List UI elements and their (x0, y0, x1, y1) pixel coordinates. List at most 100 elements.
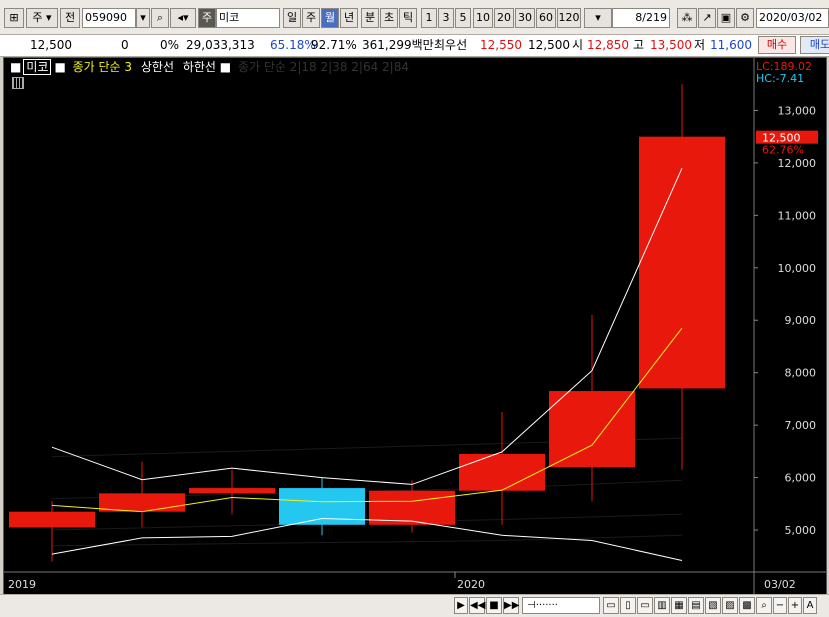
layout-icon-5[interactable]: ▦ (671, 597, 687, 614)
y-tick-label: 13,000 (778, 104, 817, 117)
layout-icon-9[interactable]: ▩ (739, 597, 755, 614)
number-120[interactable]: 120 (557, 8, 581, 28)
number-60[interactable]: 60 (536, 8, 556, 28)
chart-legend: ■ 미코 ■ 종가 단순 3 상한선 하한선 ■ 종가 단순 2|18 2|38 2… (10, 59, 409, 75)
y-tick-label: 5,000 (785, 524, 817, 537)
stock-name-field[interactable]: 미코 (216, 8, 280, 28)
legend-ma: 종가 단순 3 (72, 60, 133, 74)
candle-body (459, 453, 545, 491)
prev-button[interactable]: 전 (60, 8, 80, 28)
interval-minute[interactable]: 분 (361, 8, 379, 28)
layout-icon-7[interactable]: ▧ (705, 597, 721, 614)
price-change: 0 (121, 38, 129, 52)
legend-tag: 미코 (23, 59, 52, 75)
candle-body (9, 511, 95, 528)
trend-icon[interactable]: ↗ (698, 8, 716, 28)
number-20[interactable]: 20 (494, 8, 514, 28)
period-label: 주 (32, 11, 43, 24)
candle-body (639, 136, 725, 389)
x-label-end: 03/02 (764, 578, 796, 591)
background-band-line (51, 513, 683, 531)
preferred-value: 12,550 (480, 38, 522, 52)
ask-value: 12,500 (528, 38, 570, 52)
number-10[interactable]: 10 (473, 8, 493, 28)
interval-month[interactable]: 월 (321, 8, 339, 28)
count-dropdown[interactable]: ▾ (584, 8, 612, 28)
candle-body (549, 391, 635, 468)
code-input[interactable]: 059090 (82, 8, 136, 28)
stop-button[interactable]: ■ (486, 597, 502, 614)
y-tick-label: 8,000 (785, 367, 817, 380)
change-rate: 0% (160, 38, 180, 52)
zoom-out-button[interactable]: − (773, 597, 787, 614)
x-label-2020: 2020 (457, 578, 485, 591)
open-value: 12,850 (587, 38, 629, 52)
fast-forward-button[interactable]: ▶▶ (503, 597, 519, 614)
chart-menu-icon[interactable]: ⊞ (4, 8, 24, 28)
high-label: 고 (633, 38, 645, 52)
current-price: 12,500 (30, 38, 72, 52)
code-dropdown-icon[interactable]: ▾ (136, 8, 150, 28)
trade-amount: 361,299백만 (362, 38, 434, 52)
speaker-icon[interactable]: ◂▾ (170, 8, 196, 28)
open-label: 시 (572, 38, 584, 52)
y-tick-label: 7,000 (785, 419, 817, 432)
layout-icon-2[interactable]: ▯ (620, 597, 636, 614)
layout-icon-1[interactable]: ▭ (603, 597, 619, 614)
zoom-search-icon[interactable]: ⌕ (756, 597, 772, 614)
interval-day[interactable]: 일 (283, 8, 301, 28)
legend-dim: 종가 단순 2|18 2|38 2|64 2|84 (237, 60, 409, 74)
current-rate-label: 62.76% (762, 144, 804, 157)
candle-body (369, 490, 455, 525)
zoom-in-button[interactable]: + (788, 597, 802, 614)
chart-area: 5,000 6,000 7,000 8,000 9,000 10,000 11,000 12,… (3, 57, 827, 595)
layout-icon-4[interactable]: ▥ (654, 597, 670, 614)
number-30[interactable]: 30 (515, 8, 535, 28)
layout-icon-3[interactable]: ▭ (637, 597, 653, 614)
legend-upper: 상한선 (140, 60, 174, 74)
number-1[interactable]: 1 (421, 8, 437, 28)
rewind-button[interactable]: ◀◀ (469, 597, 485, 614)
grid-icon[interactable] (12, 77, 24, 89)
number-3[interactable]: 3 (438, 8, 454, 28)
sell-button[interactable]: 매도 (800, 36, 829, 54)
play-button[interactable]: ▶ (454, 597, 468, 614)
y-tick-label: 11,000 (778, 209, 817, 222)
interval-second[interactable]: 초 (380, 8, 398, 28)
interval-tick[interactable]: 틱 (399, 8, 417, 28)
high-value: 13,500 (650, 38, 692, 52)
page-counter: 8/219 (612, 8, 670, 28)
hc-label: HC:-7.41 (756, 72, 804, 85)
interval-year[interactable]: 년 (340, 8, 358, 28)
candlestick-chart: 5,000 6,000 7,000 8,000 9,000 10,000 11,000 12,… (4, 58, 826, 594)
auto-button[interactable]: A (803, 597, 817, 614)
gear-icon[interactable]: ⚙ (736, 8, 754, 28)
date-field[interactable]: 2020/03/02 (756, 8, 829, 28)
low-label: 저 (694, 38, 706, 52)
top-toolbar: ⊞ 주 ▾ 전 059090 ▾ ⌕ ◂▾ 주 미코 일 주 월 년 분 초 틱… (0, 0, 829, 35)
scroll-slider[interactable]: ⊣······· (522, 597, 600, 614)
interval-week[interactable]: 주 (302, 8, 320, 28)
search-icon[interactable]: ⌕ (151, 8, 169, 28)
bottom-bar: ▶ ◀◀ ■ ▶▶ ⊣······· ▭ ▯ ▭ ▥ ▦ ▤ ▧ ▨ ▩ ⌕ −… (0, 594, 829, 617)
y-tick-label: 9,000 (785, 314, 817, 327)
link-icon[interactable]: ⁂ (677, 8, 697, 28)
candle-body (99, 493, 185, 512)
buy-button[interactable]: 매수 (758, 36, 796, 54)
period-select[interactable]: 주 ▾ (26, 8, 58, 28)
ratio-one: 65.18% (270, 38, 316, 52)
number-5[interactable]: 5 (455, 8, 471, 28)
save-icon[interactable]: ▣ (717, 8, 735, 28)
x-label-2019: 2019 (8, 578, 36, 591)
preferred-label: 최우선 (434, 38, 468, 52)
layout-icon-6[interactable]: ▤ (688, 597, 704, 614)
volume-value: 29,033,313 (186, 38, 255, 52)
legend-lower: 하한선 (182, 60, 216, 74)
quote-bar: 12,500 0 0% 29,033,313 65.18% 92.71% 361… (0, 35, 829, 57)
low-value: 11,600 (710, 38, 752, 52)
lower-band-line (51, 518, 683, 561)
layout-icon-8[interactable]: ▨ (722, 597, 738, 614)
market-tag: 주 (198, 8, 216, 28)
candle-body (189, 488, 275, 494)
y-tick-label: 6,000 (785, 472, 817, 485)
